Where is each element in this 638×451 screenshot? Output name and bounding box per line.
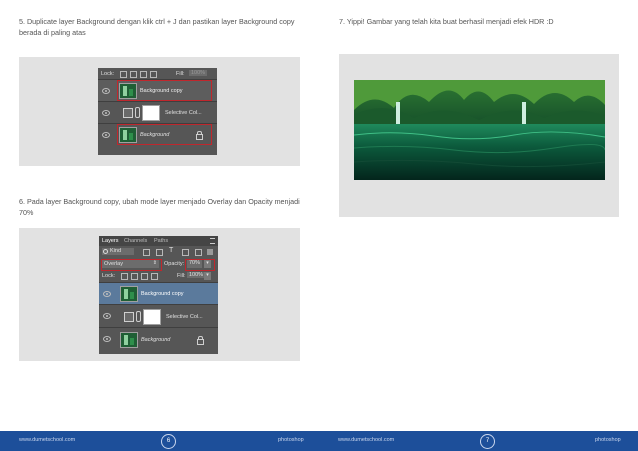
filter-type-icon[interactable]: T bbox=[169, 247, 173, 254]
highlight-background bbox=[117, 124, 212, 145]
panel-tabs: Layers Channels Paths bbox=[99, 236, 218, 246]
lock-label: Lock: bbox=[102, 273, 116, 279]
lock-bar: Lock: Fill: 100% bbox=[98, 68, 217, 79]
layer-thumbnail bbox=[120, 332, 138, 348]
step7-instruction: 7. Yippi! Gambar yang telah kita buat be… bbox=[339, 17, 554, 26]
screenshot-frame-step5: Lock: Fill: 100% Background copy Selecti… bbox=[19, 57, 300, 166]
panel-menu-icon[interactable] bbox=[210, 238, 215, 244]
lock-brush-icon[interactable] bbox=[131, 273, 138, 280]
layer-name: Background copy bbox=[141, 291, 184, 297]
waterfall-scene-image bbox=[354, 80, 605, 180]
visibility-eye-icon[interactable] bbox=[103, 336, 111, 342]
visibility-eye-icon[interactable] bbox=[103, 291, 111, 297]
layer-name: Background bbox=[141, 337, 171, 343]
lock-bar: Lock: Fill: 100% ▾ bbox=[99, 270, 218, 282]
adjustment-layer-icon bbox=[124, 312, 134, 322]
tab-layers[interactable]: Layers bbox=[102, 238, 119, 244]
layer-row-background-copy[interactable]: Background copy bbox=[99, 282, 218, 305]
visibility-eye-icon[interactable] bbox=[102, 132, 110, 138]
layer-name: Selective Col... bbox=[165, 110, 202, 116]
fill-value[interactable]: 100% bbox=[189, 70, 208, 76]
fill-label: Fill: bbox=[177, 273, 186, 279]
kind-label: Kind bbox=[110, 248, 122, 254]
lock-brush-icon[interactable] bbox=[130, 71, 137, 78]
filter-shape-icon[interactable] bbox=[182, 249, 189, 256]
visibility-eye-icon[interactable] bbox=[102, 110, 110, 116]
search-icon bbox=[103, 249, 108, 254]
page-number-right: 7 bbox=[480, 434, 495, 449]
step6-instruction: 6. Pada layer Background copy, ubah mode… bbox=[19, 197, 300, 217]
fill-value[interactable]: 100% bbox=[187, 272, 206, 278]
tab-channels[interactable]: Channels bbox=[124, 238, 147, 244]
fill-dropdown-icon[interactable]: ▾ bbox=[204, 272, 211, 280]
page-number-left: 6 bbox=[161, 434, 176, 449]
layer-row-background[interactable]: Background bbox=[99, 327, 218, 351]
screenshot-frame-step6: Layers Channels Paths Kind T Overlay ⇕ O… bbox=[19, 228, 300, 361]
filter-toggle-icon[interactable] bbox=[207, 249, 213, 255]
footer-topic-right: photoshop bbox=[595, 437, 621, 443]
footer-topic-left: photoshop bbox=[278, 437, 304, 443]
filter-row: Kind T bbox=[99, 246, 218, 258]
highlight-background-copy bbox=[117, 80, 212, 101]
layers-panel-step6: Layers Channels Paths Kind T Overlay ⇕ O… bbox=[99, 236, 218, 354]
layer-mask-thumbnail bbox=[143, 309, 161, 325]
adjustment-layer-icon bbox=[123, 108, 133, 118]
opacity-label: Opacity: bbox=[164, 261, 185, 267]
filter-adjustment-icon[interactable] bbox=[156, 249, 163, 256]
lock-move-icon[interactable] bbox=[141, 273, 148, 280]
step5-instruction: 5. Duplicate layer Background dengan kli… bbox=[19, 17, 295, 37]
tab-paths[interactable]: Paths bbox=[154, 238, 168, 244]
screenshot-frame-step7 bbox=[339, 54, 619, 217]
chain-link-icon bbox=[135, 107, 140, 118]
layer-row-selective-color[interactable]: Selective Col... bbox=[98, 101, 217, 124]
lock-move-icon[interactable] bbox=[140, 71, 147, 78]
lock-icon bbox=[197, 336, 204, 345]
layer-row-selective-color[interactable]: Selective Col... bbox=[99, 304, 218, 328]
hdr-result-image bbox=[354, 80, 605, 180]
lock-label: Lock: bbox=[101, 71, 115, 77]
lock-all-icon[interactable] bbox=[150, 71, 157, 78]
visibility-eye-icon[interactable] bbox=[103, 313, 111, 319]
filter-pixel-icon[interactable] bbox=[143, 249, 150, 256]
kind-filter-dropdown[interactable]: Kind bbox=[102, 248, 134, 255]
layers-panel-step5: Lock: Fill: 100% Background copy Selecti… bbox=[98, 68, 217, 155]
highlight-blend-mode bbox=[101, 259, 162, 271]
layer-name: Selective Col... bbox=[166, 314, 203, 320]
lock-transparent-icon[interactable] bbox=[121, 273, 128, 280]
layer-mask-thumbnail bbox=[142, 105, 160, 121]
page-footer: www.dumetschool.com 6 photoshop www.dume… bbox=[0, 431, 638, 451]
lock-transparent-icon[interactable] bbox=[120, 71, 127, 78]
chain-link-icon bbox=[136, 311, 141, 322]
filter-smart-object-icon[interactable] bbox=[195, 249, 202, 256]
footer-site-left[interactable]: www.dumetschool.com bbox=[19, 437, 75, 443]
visibility-eye-icon[interactable] bbox=[102, 88, 110, 94]
lock-all-icon[interactable] bbox=[151, 273, 158, 280]
fill-label: Fill: bbox=[176, 71, 185, 77]
footer-site-right[interactable]: www.dumetschool.com bbox=[338, 437, 394, 443]
highlight-opacity bbox=[185, 259, 215, 271]
layer-thumbnail bbox=[120, 286, 138, 302]
